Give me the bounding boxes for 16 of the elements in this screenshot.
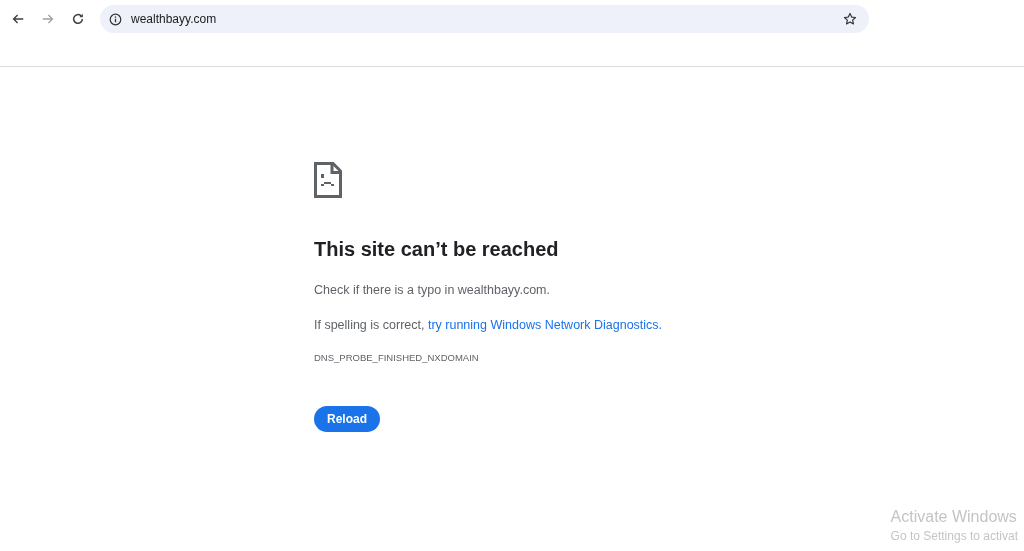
back-arrow-icon [11,12,25,26]
reload-button[interactable]: Reload [314,405,380,432]
url-text[interactable]: wealthbayy.com [131,10,843,28]
error-heading: This site can’t be reached [314,237,560,261]
error-code: DNS_PROBE_FINISHED_NXDOMAIN [314,350,480,365]
bookmark-star-icon[interactable] [843,12,857,26]
activation-notice-title: Activate Windows [890,507,1018,527]
activation-notice-text: Go to Settings to activat [890,528,1018,545]
diagnostics-hint-text: If spelling is correct, try running Windows Network Diagnostics. [314,316,664,334]
info-icon[interactable] [109,12,122,26]
reload-icon [71,12,85,26]
address-bar[interactable]: wealthbayy.com [100,5,869,33]
diagnostics-link[interactable]: try running Windows Network Diagnostics. [427,317,663,332]
typo-hint-text: Check if there is a typo in wealthbayy.com. [314,282,551,299]
forward-arrow-icon [41,12,55,26]
sad-page-icon [314,162,342,198]
